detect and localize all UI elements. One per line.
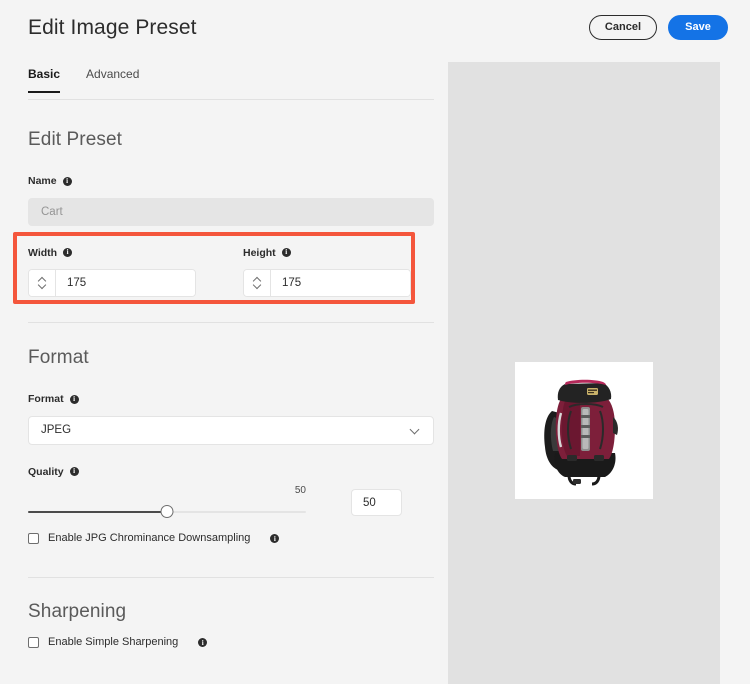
- height-label-row: Height i: [243, 246, 434, 259]
- width-label: Width: [28, 246, 58, 259]
- quality-slider-row: 50 50: [28, 485, 434, 519]
- format-label: Format: [28, 393, 64, 405]
- chrominance-label[interactable]: Enable JPG Chrominance Downsampling: [48, 533, 250, 544]
- edit-preset-heading: Edit Preset: [28, 129, 123, 150]
- info-icon[interactable]: i: [69, 394, 79, 404]
- format-select[interactable]: JPEG: [28, 415, 434, 445]
- quality-input[interactable]: 50: [351, 489, 402, 516]
- dialog-header: Edit Image Preset Cancel Save: [0, 0, 750, 54]
- height-label: Height: [243, 246, 276, 259]
- info-icon[interactable]: i: [198, 638, 208, 647]
- info-icon[interactable]: i: [69, 467, 79, 477]
- tab-bar: Basic Advanced: [28, 68, 434, 100]
- width-stepper-arrows[interactable]: [29, 270, 56, 296]
- chevron-down-icon[interactable]: [254, 284, 261, 288]
- format-label-row: Format i: [28, 394, 434, 405]
- section-divider: [28, 322, 434, 323]
- height-stepper-arrows[interactable]: [244, 270, 271, 296]
- backpack-preview-image: [525, 370, 643, 491]
- tab-basic[interactable]: Basic: [28, 68, 61, 93]
- height-input[interactable]: 175: [271, 270, 410, 296]
- quality-label-row: Quality i: [28, 465, 434, 478]
- page-title: Edit Image Preset: [28, 15, 197, 39]
- info-icon[interactable]: i: [63, 248, 73, 258]
- simple-sharpening-checkbox-row: Enable Simple Sharpening i: [28, 637, 434, 648]
- chrominance-checkbox[interactable]: [28, 533, 39, 544]
- chrominance-checkbox-row: Enable JPG Chrominance Downsampling i: [28, 533, 434, 544]
- preview-image-frame: [515, 362, 653, 499]
- width-stepper[interactable]: 175: [28, 269, 196, 297]
- edit-image-preset-dialog: Edit Image Preset Cancel Save Basic Adva…: [0, 0, 750, 684]
- width-height-row: Width i 175 Height i 175: [28, 246, 434, 297]
- save-button[interactable]: Save: [668, 14, 728, 40]
- slider-fill: [28, 511, 167, 513]
- quality-label: Quality: [28, 465, 64, 478]
- image-preview-pane: [448, 62, 720, 684]
- format-heading: Format: [28, 347, 89, 368]
- quality-field-group: Quality i 50 50: [28, 465, 434, 520]
- format-field-group: Format i JPEG: [28, 394, 434, 445]
- chevron-down-icon[interactable]: [39, 284, 46, 288]
- name-label: Name: [28, 175, 57, 187]
- width-input[interactable]: 175: [56, 270, 195, 296]
- quality-slider[interactable]: 50: [28, 485, 306, 519]
- info-icon[interactable]: i: [62, 176, 72, 186]
- form-pane: Basic Advanced Edit Preset Name i Cart W…: [0, 54, 448, 684]
- slider-thumb[interactable]: [160, 505, 174, 518]
- simple-sharpening-checkbox[interactable]: [28, 637, 39, 648]
- name-label-row: Name i: [28, 176, 434, 187]
- name-input[interactable]: Cart: [28, 197, 434, 226]
- format-select-value: JPEG: [41, 424, 72, 436]
- cancel-button[interactable]: Cancel: [588, 14, 657, 40]
- section-divider: [28, 577, 434, 578]
- height-stepper[interactable]: 175: [243, 269, 411, 297]
- name-field-group: Name i Cart: [28, 176, 434, 226]
- info-icon[interactable]: i: [281, 248, 291, 258]
- sharpening-heading: Sharpening: [28, 601, 127, 622]
- format-section: Format Format i JPEG Quality i 50 50 Ena…: [28, 348, 434, 544]
- width-label-row: Width i: [28, 246, 219, 259]
- tab-advanced[interactable]: Advanced: [86, 68, 139, 92]
- sharpening-section: Sharpening Enable Simple Sharpening i: [28, 602, 434, 648]
- edit-preset-section: Edit Preset Name i Cart Width i 175 Heig…: [28, 130, 434, 297]
- height-field-group: Height i 175: [243, 246, 434, 297]
- header-actions: Cancel Save: [588, 14, 728, 40]
- width-field-group: Width i 175: [28, 246, 219, 297]
- simple-sharpening-label[interactable]: Enable Simple Sharpening: [48, 637, 178, 648]
- chevron-down-icon[interactable]: [411, 426, 420, 435]
- quality-slider-value-label: 50: [294, 485, 306, 496]
- info-icon[interactable]: i: [270, 534, 280, 543]
